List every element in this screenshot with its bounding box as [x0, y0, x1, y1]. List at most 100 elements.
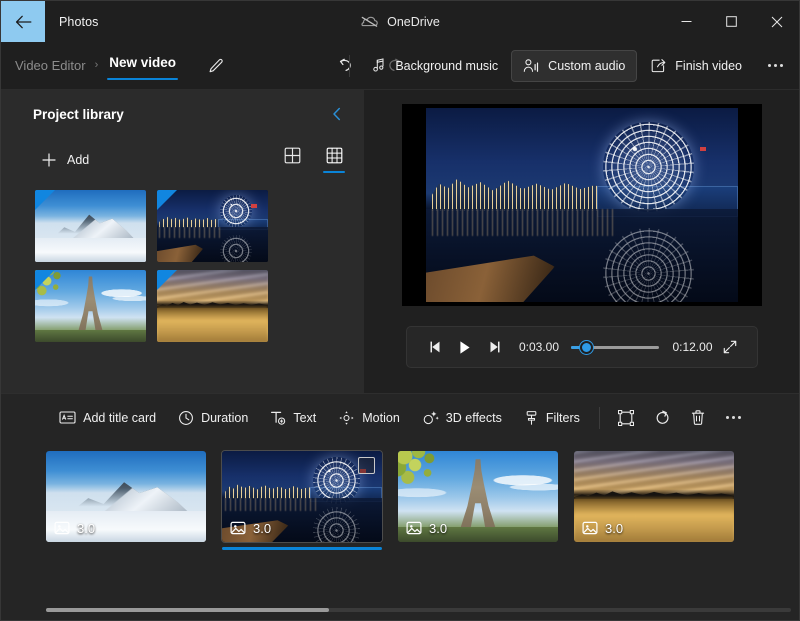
maximize-button[interactable] [709, 1, 754, 42]
photo-icon [582, 521, 598, 535]
crop-frame-icon [617, 409, 634, 426]
clip-select-checkbox[interactable] [358, 457, 375, 474]
clip-snow-mountain[interactable]: 3.0 [46, 451, 206, 542]
title-card-icon [59, 411, 76, 424]
pencil-icon [209, 58, 223, 72]
clip-duration: 3.0 [253, 520, 272, 536]
clip-duration-badge: 3.0 [54, 520, 95, 536]
delete-button[interactable] [681, 403, 715, 433]
library-tile-golden-city-sunset[interactable] [157, 270, 268, 342]
breadcrumb-video-editor[interactable]: Video Editor [15, 58, 86, 73]
collapse-library-button[interactable] [324, 101, 350, 127]
add-title-card-button[interactable]: Add title card [49, 403, 166, 433]
sparkle-3d-icon [423, 410, 439, 424]
play-button[interactable] [450, 332, 479, 362]
background-music-button[interactable]: Background music [360, 50, 509, 82]
current-time-label: 0:03.00 [518, 340, 559, 354]
preview-image-vancouver-night [425, 108, 738, 302]
command-bar: Video Editor › New video Background musi… [1, 42, 799, 90]
minimize-icon [681, 21, 692, 22]
minimize-button[interactable] [664, 1, 709, 42]
motion-button[interactable]: Motion [328, 403, 410, 433]
photo-icon [54, 521, 70, 535]
clip-thumbnail[interactable]: 3.0 [398, 451, 558, 542]
storyboard-scrollbar-thumb[interactable] [46, 608, 330, 612]
chevron-left-icon [333, 107, 341, 121]
finish-video-button[interactable]: Finish video [639, 50, 753, 82]
seek-slider[interactable] [571, 338, 660, 356]
library-tile-snow-mountain[interactable] [35, 190, 146, 262]
filters-label: Filters [545, 410, 580, 425]
rotate-icon [656, 410, 669, 424]
text-label: Text [293, 410, 317, 425]
storyboard-toolbar: Add title card Duration Text Motion 3D e… [1, 394, 799, 438]
motion-icon [339, 410, 354, 425]
next-frame-button[interactable] [479, 332, 508, 362]
library-tile-eiffel-tower[interactable] [35, 270, 146, 342]
clock-icon [179, 410, 194, 425]
text-button[interactable]: Text [260, 403, 326, 433]
large-grid-view-button[interactable] [278, 147, 306, 173]
clip-thumbnail[interactable]: 3.0 [574, 451, 734, 542]
clip-vancouver-night[interactable]: 3.0 [221, 450, 383, 550]
small-grid-selected-indicator [323, 171, 345, 173]
app-title: Photos [59, 14, 99, 29]
rotate-button[interactable] [645, 403, 679, 433]
command-divider [349, 54, 351, 77]
filters-button[interactable]: Filters [514, 403, 590, 433]
close-icon [771, 16, 782, 27]
selected-corner-icon [35, 190, 55, 210]
storyboard-panel: Add title card Duration Text Motion 3D e… [1, 393, 799, 620]
library-title: Project library [33, 106, 124, 122]
add-media-label: Add [67, 153, 90, 167]
photo-icon [230, 521, 246, 535]
command-bar-actions: Background music Custom audio Finish vid… [347, 49, 791, 82]
breadcrumb: Video Editor › New video [1, 51, 231, 81]
selected-corner-icon [35, 270, 55, 290]
video-preview-stage[interactable] [401, 104, 762, 306]
person-audio-icon [523, 58, 539, 72]
clip-golden-city-sunset[interactable]: 3.0 [574, 451, 734, 542]
back-button[interactable] [1, 1, 45, 42]
small-grid-view-button[interactable] [320, 147, 348, 173]
library-tile-vancouver-night[interactable] [157, 190, 268, 262]
command-more-button[interactable] [759, 50, 791, 82]
fullscreen-button[interactable] [717, 333, 743, 361]
clip-duration: 3.0 [605, 520, 624, 536]
filter-brush-icon [526, 410, 537, 425]
clip-eiffel-tower[interactable]: 3.0 [398, 451, 558, 542]
expand-diagonal-icon [723, 340, 736, 354]
add-media-button[interactable]: Add [39, 147, 97, 173]
crop-resize-button[interactable] [609, 403, 643, 433]
text-icon [271, 411, 286, 425]
storyboard-scrollbar-track[interactable] [46, 608, 791, 612]
previous-frame-button[interactable] [421, 332, 450, 362]
step-forward-icon [490, 341, 500, 353]
trash-icon [691, 410, 705, 425]
custom-audio-button[interactable]: Custom audio [511, 49, 638, 82]
player-controls: 0:03.00 0:12.00 [405, 326, 758, 368]
share-export-icon [651, 58, 666, 72]
storyboard-toolbar-divider [598, 406, 600, 429]
seek-thumb[interactable] [580, 340, 593, 354]
close-button[interactable] [754, 1, 799, 42]
storyboard-more-button[interactable] [717, 403, 751, 433]
library-grid [1, 182, 364, 393]
maximize-icon [726, 16, 737, 27]
photos-video-editor-window: Photos OneDrive Video Editor › New video… [0, 0, 800, 621]
titlebar: Photos OneDrive [1, 1, 799, 42]
clip-duration-badge: 3.0 [230, 520, 271, 536]
back-arrow-icon [15, 15, 31, 28]
breadcrumb-new-video[interactable]: New video [109, 55, 176, 70]
rename-project-button[interactable] [201, 51, 231, 81]
3d-effects-button[interactable]: 3D effects [412, 403, 512, 433]
clip-thumbnail[interactable]: 3.0 [46, 451, 206, 542]
ellipsis-icon [726, 416, 742, 419]
clip-thumbnail[interactable]: 3.0 [221, 450, 383, 543]
selected-corner-icon [157, 190, 177, 210]
duration-button[interactable]: Duration [168, 403, 258, 433]
motion-label: Motion [362, 410, 400, 425]
3d-effects-label: 3D effects [445, 410, 502, 425]
library-header: Project library [1, 90, 364, 138]
library-toolbar: Add [1, 138, 364, 182]
